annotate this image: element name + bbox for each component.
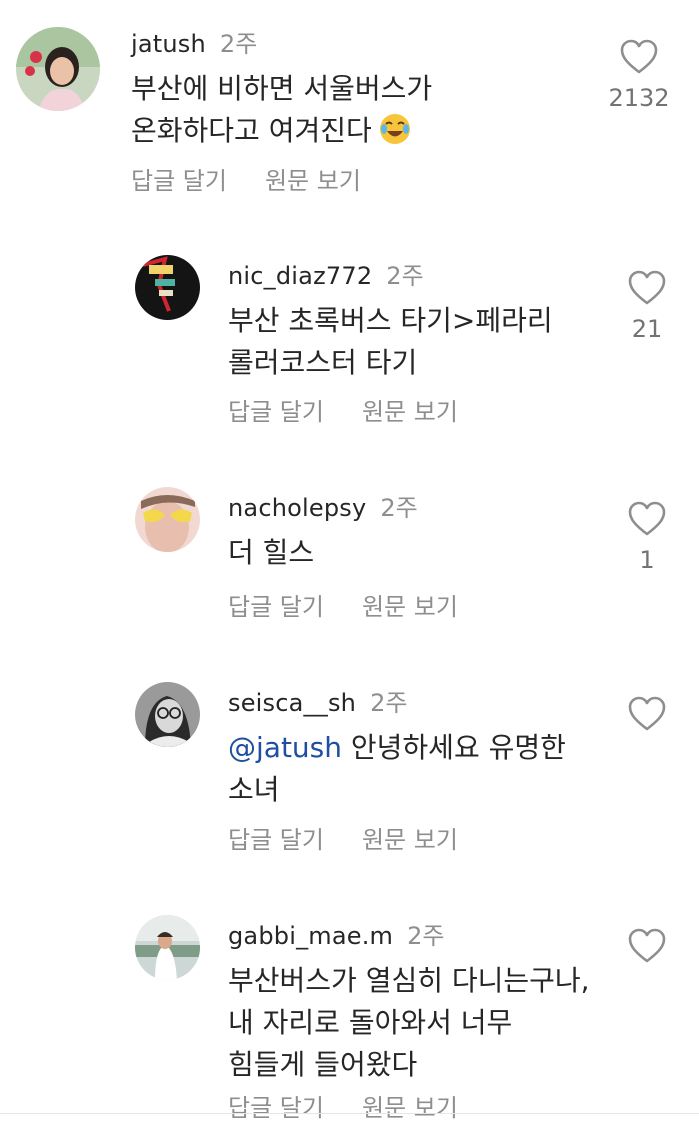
see-original-button[interactable]: 원문 보기 [362,820,458,855]
comment-text: 부산 초록버스 타기>페라리 롤러코스터 타기 [228,300,553,384]
timestamp: 2주 [370,689,408,717]
comment-line: 소녀 [228,773,280,806]
heart-icon[interactable] [627,695,667,733]
timestamp: 2주 [219,30,258,58]
comment-line: 부산버스가 열심히 다니는구나, [228,964,590,997]
comment-text: @jatush 안녕하세요 유명한 소녀 [228,727,566,811]
comment-meta: gabbi_mae.m 2주 [228,916,445,951]
like-control: 2132 [604,38,674,112]
divider [0,1113,699,1114]
reply-button[interactable]: 답글 달기 [228,392,324,427]
comment-line: 내 자리로 돌아와서 너무 [228,1006,513,1039]
face-with-tears-of-joy-icon [378,112,412,146]
comment-meta: seisca__sh 2주 [228,683,407,718]
avatar[interactable] [135,682,200,747]
username[interactable]: nic_diaz772 [228,262,372,290]
comment-line: 온화하다고 여겨진다 [131,114,372,147]
comment-meta: jatush 2주 [131,24,257,59]
comment-actions: 답글 달기 원문 보기 [228,820,458,855]
see-original-button[interactable]: 원문 보기 [362,392,458,427]
heart-icon[interactable] [627,927,667,965]
see-original-button[interactable]: 원문 보기 [362,1088,458,1123]
avatar[interactable] [135,915,200,980]
comment-line: 힘들게 들어왔다 [228,1048,418,1081]
username[interactable]: jatush [131,30,206,58]
comment-meta: nic_diaz772 2주 [228,256,424,291]
reply-button[interactable]: 답글 달기 [228,587,324,622]
user-mention-link[interactable]: @jatush [228,731,342,764]
comment-actions: 답글 달기 원문 보기 [228,392,458,427]
username[interactable]: seisca__sh [228,689,356,717]
like-count: 21 [631,315,663,343]
comment-line-with-mention: @jatush 안녕하세요 유명한 [228,727,566,769]
username[interactable]: nacholepsy [228,494,366,522]
avatar[interactable] [16,27,100,111]
comment-line: 부산 초록버스 타기>페라리 [228,304,553,337]
timestamp: 2주 [386,262,424,290]
reply-button[interactable]: 답글 달기 [131,161,227,196]
comment-line-with-emoji: 온화하다고 여겨진다 [131,110,432,152]
comment-line: 더 힐스 [228,536,315,569]
timestamp: 2주 [380,494,418,522]
comment-text: 더 힐스 [228,532,314,574]
like-count: 1 [639,546,655,574]
comment-text: 부산버스가 열심히 다니는구나, 내 자리로 돌아와서 너무 힘들게 들어왔다 [228,960,590,1086]
comment-line: 롤러코스터 타기 [228,346,418,379]
reply-button[interactable]: 답글 달기 [228,1088,324,1123]
comment-actions: 답글 달기 원문 보기 [228,587,458,622]
heart-icon[interactable] [619,38,659,76]
like-count: 2132 [608,84,670,112]
timestamp: 2주 [407,922,445,950]
comment-line: 안녕하세요 유명한 [350,731,566,764]
comment-actions: 답글 달기 원문 보기 [131,161,361,196]
heart-icon[interactable] [627,500,667,538]
reply-button[interactable]: 답글 달기 [228,820,324,855]
see-original-button[interactable]: 원문 보기 [362,587,458,622]
comment-meta: nacholepsy 2주 [228,488,418,523]
see-original-button[interactable]: 원문 보기 [265,161,361,196]
avatar[interactable] [135,255,200,320]
heart-icon[interactable] [627,269,667,307]
comment-actions: 답글 달기 원문 보기 [228,1088,458,1123]
like-control: 21 [612,269,682,343]
avatar[interactable] [135,487,200,552]
like-control [612,927,682,965]
comment-text: 부산에 비하면 서울버스가 온화하다고 여겨진다 [131,68,432,152]
like-control [612,695,682,733]
comment-line: 부산에 비하면 서울버스가 [131,72,433,105]
like-control: 1 [612,500,682,574]
username[interactable]: gabbi_mae.m [228,922,393,950]
